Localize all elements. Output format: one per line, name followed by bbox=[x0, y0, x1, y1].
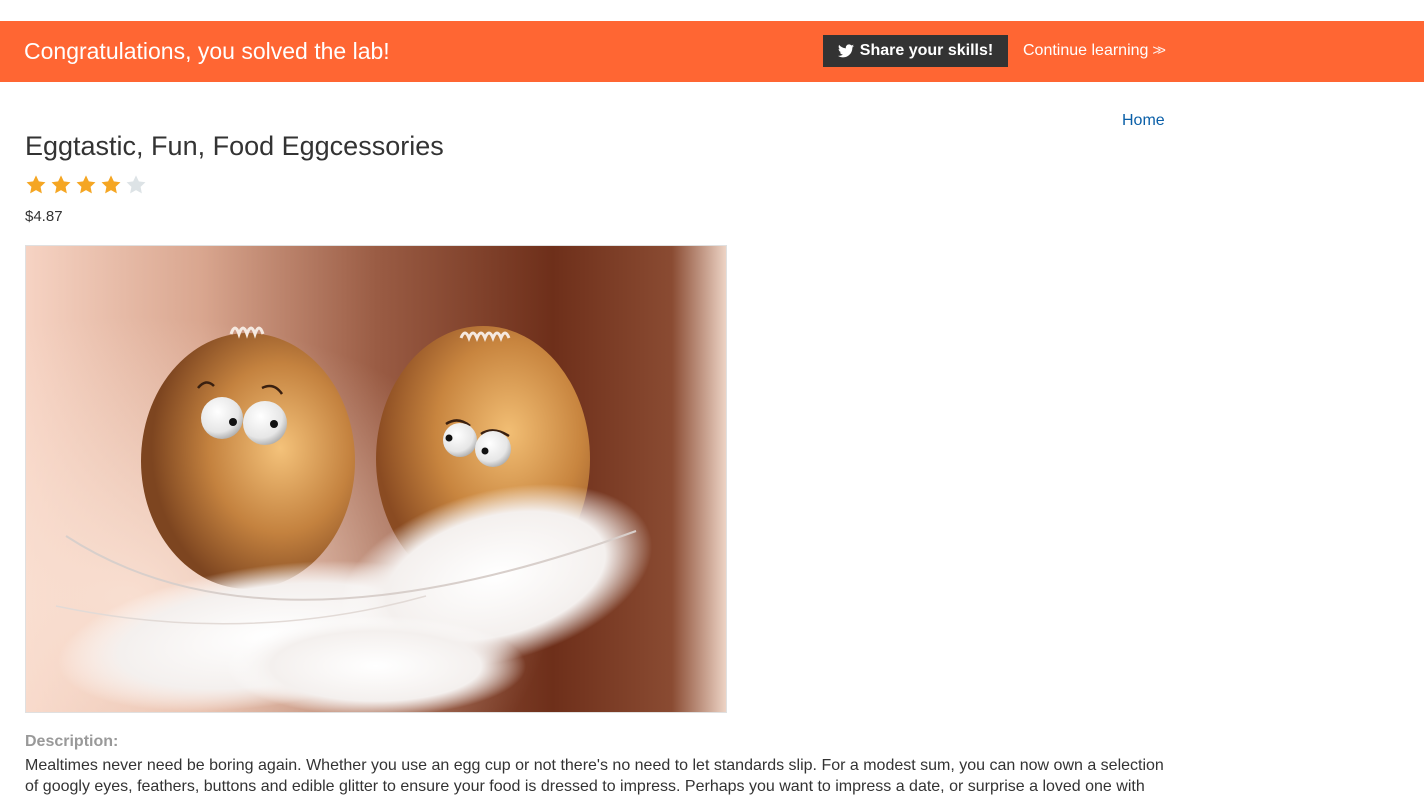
twitter-icon bbox=[837, 44, 854, 58]
star-icon bbox=[26, 175, 46, 194]
continue-learning-label: Continue learning bbox=[1023, 42, 1149, 59]
star-icon bbox=[76, 175, 96, 194]
eggs-with-googly-eyes-illustration bbox=[26, 246, 726, 712]
star-icon bbox=[51, 175, 71, 194]
double-chevron-right-icon: >> bbox=[1152, 42, 1165, 59]
share-skills-button[interactable]: Share your skills! bbox=[823, 35, 1008, 67]
product-title: Eggtastic, Fun, Food Eggcessories bbox=[25, 131, 444, 161]
share-skills-label: Share your skills! bbox=[859, 42, 994, 59]
star-icon bbox=[101, 175, 121, 194]
top-gap bbox=[0, 0, 1424, 21]
description-label: Description: bbox=[25, 733, 119, 750]
product-price: $4.87 bbox=[25, 208, 63, 225]
banner-message: Congratulations, you solved the lab! bbox=[24, 38, 390, 64]
lab-solved-banner: Congratulations, you solved the lab! Sha… bbox=[0, 21, 1424, 82]
home-link[interactable]: Home bbox=[1122, 112, 1165, 130]
continue-learning-link[interactable]: Continue learning >> bbox=[1023, 41, 1166, 61]
product-rating bbox=[25, 174, 150, 196]
product-image bbox=[25, 245, 727, 713]
star-empty-icon bbox=[126, 175, 146, 194]
